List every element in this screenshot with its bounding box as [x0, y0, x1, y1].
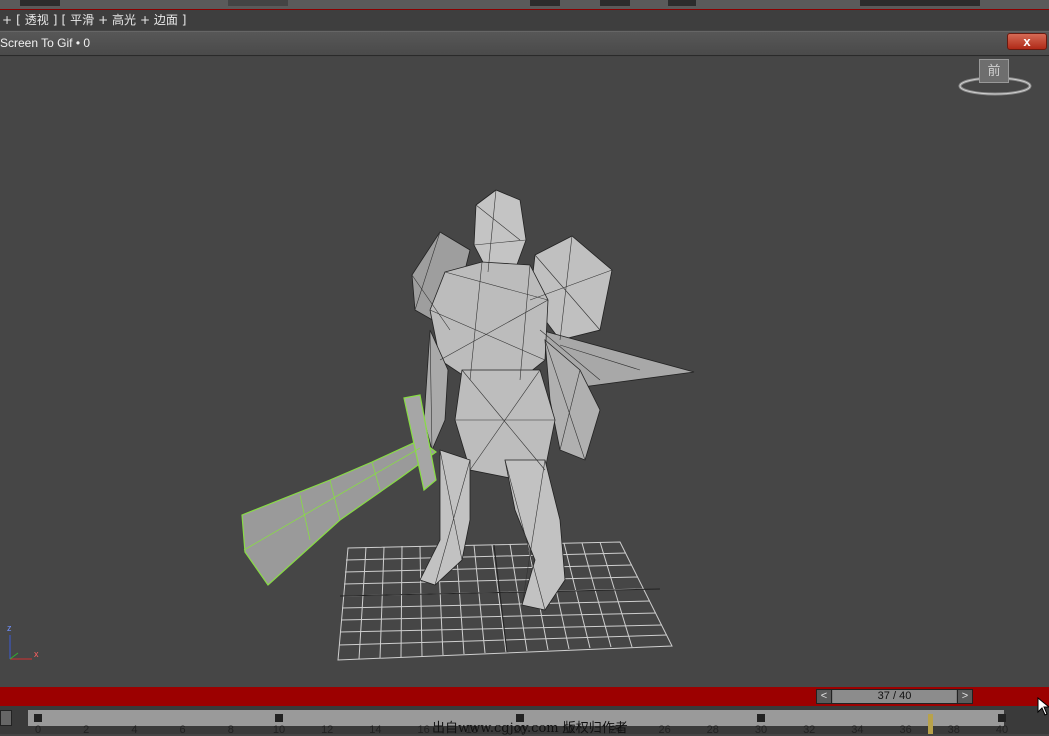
mini-curve-editor-icon[interactable]	[0, 710, 12, 726]
timeline-tick-label: 4	[131, 724, 138, 734]
gif-window-title: Screen To Gif • 0	[0, 36, 91, 50]
timeline-tick-label: 2	[83, 724, 90, 734]
shading-bracket: [	[61, 13, 67, 27]
viewport-shading[interactable]: 平滑	[70, 13, 94, 27]
timeline-tick-label: 6	[179, 724, 186, 734]
viewport-edged-faces[interactable]: + 边面 ]	[140, 13, 186, 27]
timeline-tick-label: 38	[947, 724, 960, 734]
timeline-tick-label: 26	[658, 724, 671, 734]
timeline-tick-label: 12	[321, 724, 334, 734]
viewport-menu-plus[interactable]: +	[2, 13, 12, 27]
viewport-bracket-close: ]	[52, 13, 58, 27]
timeline-tick-label: 32	[803, 724, 816, 734]
selected-sword	[241, 394, 438, 586]
character-mesh	[411, 189, 695, 611]
keyframe-marker[interactable]	[998, 714, 1006, 722]
viewcube[interactable]: 前	[957, 59, 1033, 97]
close-button[interactable]: x	[1007, 33, 1047, 50]
timeline-tick-label: 0	[34, 724, 42, 734]
scene-render	[241, 189, 695, 661]
screen-to-gif-titlebar[interactable]: Screen To Gif • 0 x	[0, 31, 1049, 56]
keyframe-marker[interactable]	[275, 714, 283, 722]
timeline-tick-label: 40	[995, 724, 1009, 734]
time-slider-thumb[interactable]: 37 / 40	[833, 690, 956, 703]
ground-grid	[337, 541, 673, 661]
viewport-view-name[interactable]: 透视	[25, 13, 49, 27]
timeline-tick-label: 36	[899, 724, 912, 734]
timeline-tick-label: 28	[706, 724, 719, 734]
viewport-label[interactable]: +[透视][平滑 + 高光 + 边面 ]	[0, 10, 1049, 30]
time-slider-bar: < 37 / 40 >	[0, 687, 1049, 706]
viewcube-front-face[interactable]: 前	[979, 59, 1009, 83]
current-frame-marker[interactable]	[927, 714, 933, 734]
timeline-tick-label: 34	[851, 724, 864, 734]
timeline-tick-label: 16	[417, 724, 430, 734]
axis-x-label: x	[34, 649, 39, 659]
perspective-viewport[interactable]: 前 z x	[0, 57, 1049, 687]
viewport-highlight[interactable]: + 高光	[98, 13, 136, 27]
timeline-tick-label: 30	[754, 724, 768, 734]
keyframe-marker[interactable]	[757, 714, 765, 722]
timeline-tick-label: 10	[272, 724, 286, 734]
timeline-tick-label: 14	[369, 724, 382, 734]
axis-tripod: z x	[4, 623, 44, 665]
axis-z-label: z	[7, 623, 12, 633]
main-toolbar-strip	[0, 0, 1049, 10]
viewport-bracket: [	[16, 13, 21, 27]
prev-frame-button[interactable]: <	[817, 690, 832, 703]
keyframe-marker[interactable]	[34, 714, 42, 722]
mouse-cursor-icon	[1037, 697, 1049, 716]
timeline-tick-label: 8	[227, 724, 234, 734]
watermark-text: 出自www.cgjoy.com 版权归作者	[432, 721, 628, 736]
next-frame-button[interactable]: >	[957, 690, 972, 703]
time-slider[interactable]: < 37 / 40 >	[816, 689, 973, 704]
